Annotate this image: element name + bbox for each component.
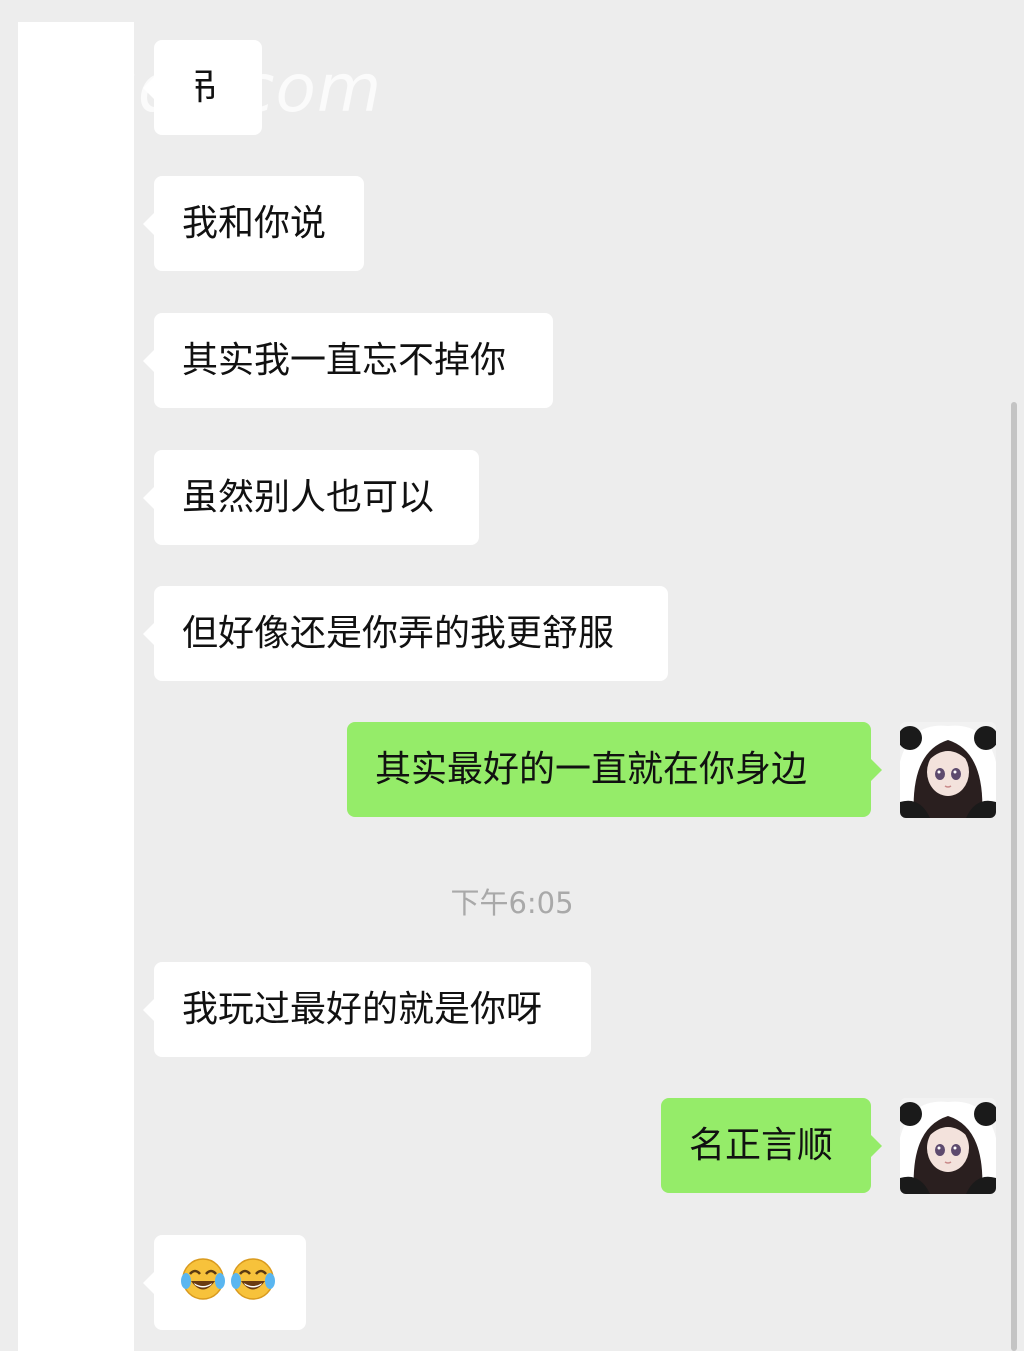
message-bubble-incoming[interactable]: 其实我一直忘不掉你 xyxy=(143,313,553,408)
message-bubble-outgoing[interactable]: 其实最好的一直就在你身边 xyxy=(347,722,882,817)
anime-girl-avatar-icon xyxy=(900,1098,996,1194)
message-bubble-outgoing[interactable]: 名正言顺 xyxy=(661,1098,882,1193)
message-bubble-incoming[interactable]: 我玩过最好的就是你呀 xyxy=(143,962,591,1057)
message-text: 其实最好的一直就在你身边 xyxy=(375,748,808,790)
timestamp: 下午6:05 xyxy=(450,886,574,920)
message-text: 我玩过最好的就是你呀 xyxy=(182,988,543,1030)
message-text: 其实我一直忘不掉你 xyxy=(182,339,507,381)
emoji-row xyxy=(180,1256,276,1309)
chat-area: gds.com 吊 我和你说 其实我一直忘不掉你 虽然别人也可以 但好像还是你弄… xyxy=(0,0,1024,1351)
message-text: 但好像还是你弄的我更舒服 xyxy=(182,612,615,654)
message-bubble-incoming[interactable]: 我和你说 xyxy=(143,176,364,271)
message-bubble-incoming[interactable]: 吊 xyxy=(143,40,262,135)
message-text: 吊 xyxy=(182,66,219,108)
message-bubble-incoming[interactable] xyxy=(143,1235,306,1330)
message-text: 我和你说 xyxy=(182,202,327,244)
scrollbar[interactable] xyxy=(1011,402,1017,1351)
anime-girl-avatar-icon xyxy=(900,722,996,818)
message-text: 名正言顺 xyxy=(689,1124,834,1166)
left-white-panel xyxy=(18,22,134,1351)
message-text: 虽然别人也可以 xyxy=(182,476,435,518)
tears-of-joy-emoji-icon xyxy=(230,1256,276,1309)
message-bubble-incoming[interactable]: 虽然别人也可以 xyxy=(143,450,479,545)
tears-of-joy-emoji-icon xyxy=(180,1256,226,1309)
avatar[interactable] xyxy=(900,722,996,818)
message-bubble-incoming[interactable]: 但好像还是你弄的我更舒服 xyxy=(143,586,668,681)
avatar[interactable] xyxy=(900,1098,996,1194)
